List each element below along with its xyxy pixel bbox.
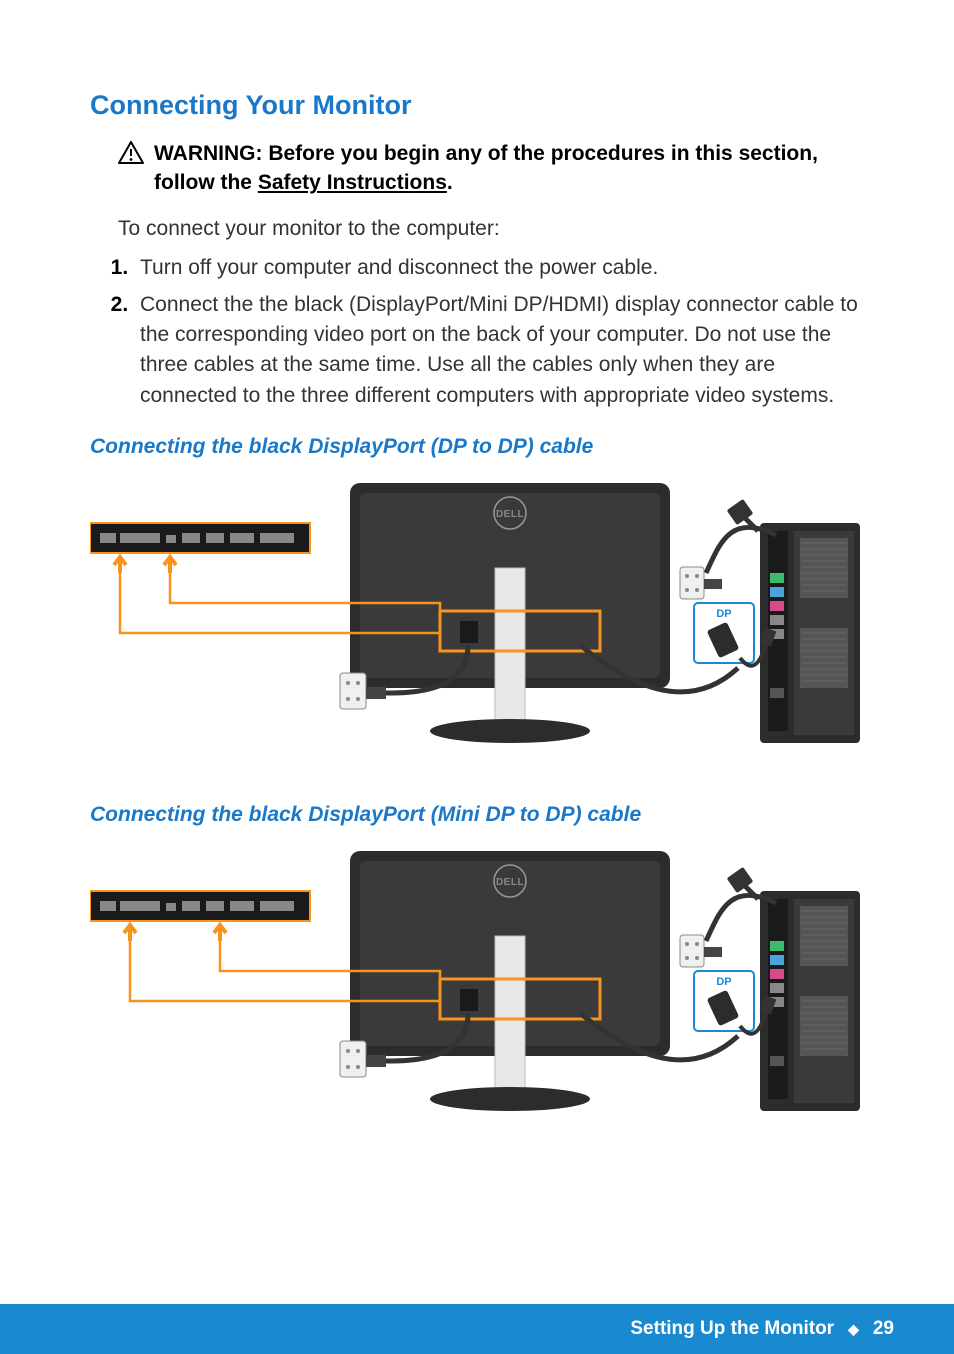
intro-text: To connect your monitor to the computer: [118,214,864,243]
warning-text: WARNING: Before you begin any of the pro… [154,139,864,198]
warning-block: WARNING: Before you begin any of the pro… [118,139,864,198]
step-item: Connect the the black (DisplayPort/Mini … [134,290,864,412]
footer-section-name: Setting Up the Monitor [630,1318,834,1340]
step-item: Turn off your computer and disconnect th… [134,253,864,283]
diagram-dp-to-dp: DELL [90,473,860,753]
warning-body-after: . [447,171,453,194]
brand-label: DELL [496,509,524,520]
step-text: Turn off your computer and disconnect th… [140,256,658,279]
dp-label: DP [716,976,731,988]
footer-page-number: 29 [873,1318,894,1340]
dp-label: DP [716,608,731,620]
footer-diamond-icon: ◆ [848,1321,859,1338]
diagram-minidp-to-dp: DELL [90,841,860,1121]
step-text: Connect the the black (DisplayPort/Mini … [140,293,858,407]
warning-icon [118,141,144,170]
subheading-dp-to-dp: Connecting the black DisplayPort (DP to … [90,435,864,459]
safety-instructions-link[interactable]: Safety Instructions [258,171,447,194]
subheading-minidp-to-dp: Connecting the black DisplayPort (Mini D… [90,803,864,827]
brand-label: DELL [496,877,524,888]
footer-bar: Setting Up the Monitor ◆ 29 [0,1304,954,1354]
steps-list: Turn off your computer and disconnect th… [134,253,864,411]
warning-prefix: WARNING: [154,142,263,165]
page-title: Connecting Your Monitor [90,90,864,121]
